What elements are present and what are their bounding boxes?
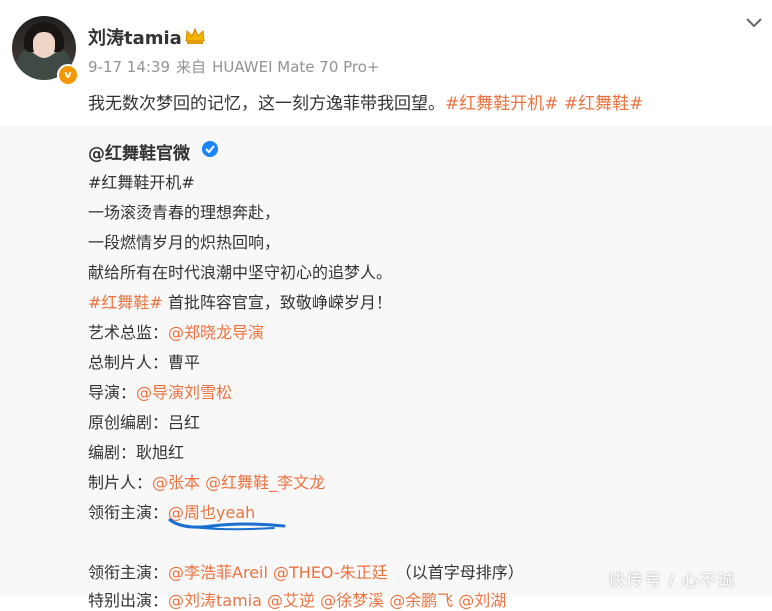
credit-label: 原创编剧： (88, 413, 169, 432)
credit-label: 编剧： (88, 443, 137, 462)
credit-value: 耿旭红 (136, 443, 185, 462)
credit-value[interactable]: @李浩菲Areil @THEO-朱正廷 (168, 563, 388, 582)
repost-hashtag[interactable]: #红舞鞋开机# (88, 169, 195, 193)
chevron-down-icon[interactable] (744, 12, 764, 32)
credit-label: 总制片人： (88, 353, 169, 372)
repost-line: 献给所有在时代浪潮中坚守初心的追梦人。 (88, 263, 393, 282)
credit-value: 曹平 (168, 353, 201, 372)
author-name[interactable]: 刘涛tamia (88, 24, 182, 50)
credit-row: 领衔主演：@李浩菲Areil @THEO-朱正廷 （以首字母排序） (88, 559, 524, 583)
device-source: HUAWEI Mate 70 Pro+ (212, 58, 380, 76)
credit-row: 艺术总监：@郑晓龙导演 (88, 319, 264, 343)
credit-label: 艺术总监： (88, 323, 169, 342)
avatar-face (33, 32, 55, 58)
post-time[interactable]: 9-17 14:39 (88, 58, 170, 76)
credit-row: 导演：@导演刘雪松 (88, 379, 232, 403)
crown-icon (185, 27, 205, 44)
watermark-text: 快传号 / 心不诚 (608, 571, 736, 591)
credit-row: 总制片人：曹平 (88, 349, 200, 373)
announce-text: 首批阵容官宣，致敬峥嵘岁月！ (162, 293, 392, 312)
vip-badge-icon: v (57, 64, 79, 86)
announce-line: #红舞鞋# 首批阵容官宣，致敬峥嵘岁月！ (88, 289, 392, 313)
credit-note: （以首字母排序） (395, 563, 524, 582)
credit-row-cut: 特别出演：@刘涛tamia @艾逆 @徐梦溪 @余鹏飞 @刘湖 (88, 587, 506, 611)
source-prefix: 来自 (176, 58, 207, 76)
credit-label: 特别出演： (88, 591, 169, 610)
hashtag-link[interactable]: #红舞鞋# (88, 293, 163, 312)
credit-row: 制片人：@张本 @红舞鞋_李文龙 (88, 469, 325, 493)
credit-label: 制片人： (88, 473, 153, 492)
credit-label: 领衔主演： (88, 563, 169, 582)
credit-value[interactable]: @导演刘雪松 (136, 383, 232, 402)
hashtag-link[interactable]: #红舞鞋开机# (445, 94, 559, 114)
post-meta: 9-17 14:39 来自 HUAWEI Mate 70 Pro+ (88, 56, 386, 77)
credit-value[interactable]: @张本 @红舞鞋_李文龙 (152, 473, 325, 492)
credit-label: 导演： (88, 383, 137, 402)
repost-line: 一场滚烫青春的理想奔赴， (88, 203, 281, 222)
credit-row: 编剧：耿旭红 (88, 439, 184, 463)
blue-underline-annotation (168, 518, 286, 531)
credit-value[interactable]: @刘涛tamia @艾逆 @徐梦溪 @余鹏飞 @刘湖 (168, 591, 506, 610)
post-text: 我无数次梦回的记忆，这一刻方逸菲带我回望。#红舞鞋开机# #红舞鞋# (88, 89, 643, 114)
credit-value[interactable]: @郑晓龙导演 (168, 323, 264, 342)
verified-icon (202, 141, 218, 157)
repost-author[interactable]: @红舞鞋官微 (88, 139, 190, 164)
post-body: 我无数次梦回的记忆，这一刻方逸菲带我回望。 (88, 94, 445, 114)
credit-row: 原创编剧：吕红 (88, 409, 200, 433)
hashtag-link[interactable]: #红舞鞋# (564, 94, 644, 114)
repost-line: 一段燃情岁月的炽热回响， (88, 233, 281, 252)
credit-value: 吕红 (168, 413, 201, 432)
credit-label: 领衔主演： (88, 503, 169, 522)
